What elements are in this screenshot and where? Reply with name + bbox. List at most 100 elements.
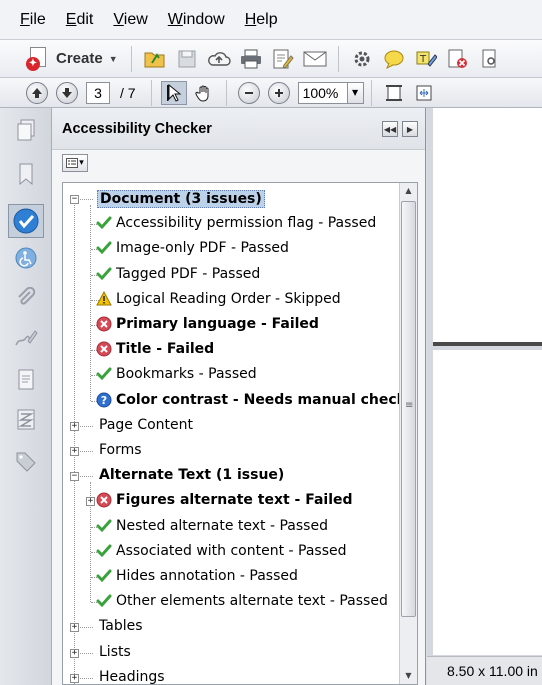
expand-panel-button[interactable]: ▶ xyxy=(402,121,418,137)
tree-category-row[interactable]: + Tables xyxy=(63,615,399,640)
tree-category-row[interactable]: − Document (3 issues) xyxy=(63,187,399,212)
tags-icon[interactable] xyxy=(14,450,38,474)
open-folder-icon[interactable] xyxy=(142,46,168,72)
page-thumbnails-icon[interactable] xyxy=(14,118,38,142)
accessibility-results-tree[interactable]: − Document (3 issues) Accessibility permis… xyxy=(62,182,418,685)
menu-window-rest: indow xyxy=(182,10,225,28)
save-icon[interactable] xyxy=(174,46,200,72)
menu-edit[interactable]: Edit xyxy=(64,9,96,31)
next-page-button[interactable] xyxy=(56,81,78,104)
menu-file[interactable]: File xyxy=(18,9,48,31)
tree-category-row[interactable]: + Forms xyxy=(63,439,399,464)
zoom-in-button[interactable] xyxy=(267,81,290,104)
check-mark-icon xyxy=(96,518,112,534)
menu-edit-rest: dit xyxy=(76,10,94,28)
expand-icon[interactable]: + xyxy=(70,623,79,633)
toolbar-separator xyxy=(150,79,152,106)
tree-check-row[interactable]: Primary language - Failed xyxy=(63,313,399,338)
expand-icon[interactable]: + xyxy=(70,648,79,658)
search-document-icon[interactable] xyxy=(477,46,503,72)
page-size-label: 8.50 x 11.00 in xyxy=(427,656,542,685)
create-pdf-icon: ✦ xyxy=(26,46,50,71)
check-mark-icon xyxy=(96,215,112,231)
tree-row-label: Tables xyxy=(99,618,143,635)
list-options-icon xyxy=(66,158,79,168)
hand-tool-button[interactable] xyxy=(191,81,217,105)
scrollbar-thumb[interactable]: ≡ xyxy=(401,201,416,617)
comment-icon[interactable] xyxy=(381,46,407,72)
check-mark-icon xyxy=(96,366,112,382)
collapse-panel-button[interactable]: ◀◀ xyxy=(382,121,398,137)
zoom-level-input[interactable]: 100% xyxy=(297,81,348,104)
attachments-icon[interactable] xyxy=(14,286,38,310)
menu-help[interactable]: Help xyxy=(243,9,280,31)
tree-check-row[interactable]: + Figures alternate text - Failed xyxy=(63,489,399,514)
tree-category-row[interactable]: − Alternate Text (1 issue) xyxy=(63,464,399,489)
bookmarks-icon[interactable] xyxy=(14,162,38,186)
double-chevron-left-icon: ◀◀ xyxy=(383,124,397,134)
tree-row-label: Headings xyxy=(99,668,165,685)
zoom-dropdown-button[interactable]: ▼ xyxy=(347,81,364,104)
expand-icon[interactable]: + xyxy=(70,421,79,431)
tree-check-row[interactable]: Nested alternate text - Passed xyxy=(63,515,399,540)
menu-view[interactable]: View xyxy=(111,9,149,31)
expand-icon[interactable]: + xyxy=(70,447,79,456)
collapse-icon[interactable]: − xyxy=(70,472,79,482)
tree-row-label: Logical Reading Order - Skipped xyxy=(116,290,341,307)
order-icon[interactable] xyxy=(14,408,38,432)
check-mark-icon xyxy=(96,568,112,584)
create-button[interactable]: ✦ Create ▼ xyxy=(22,44,124,74)
accessibility-checker-icon[interactable] xyxy=(8,204,44,238)
tree-row-label: Forms xyxy=(99,442,142,458)
gear-icon[interactable] xyxy=(349,46,375,72)
content-icon[interactable] xyxy=(14,368,38,392)
tree-category-row[interactable]: + Headings xyxy=(63,666,399,685)
collapse-icon[interactable]: − xyxy=(70,195,79,204)
document-view[interactable]: 8.50 x 11.00 in xyxy=(427,108,542,685)
expand-icon[interactable]: + xyxy=(70,673,79,683)
tree-check-row[interactable]: ? Color contrast - Needs manual check xyxy=(63,389,406,414)
tree-check-row[interactable]: Hides annotation - Passed xyxy=(63,565,399,590)
signatures-icon[interactable] xyxy=(14,326,38,350)
vertical-scrollbar[interactable]: ▲ ≡ ▼ xyxy=(399,183,417,684)
edit-document-icon[interactable] xyxy=(270,46,296,72)
tree-check-row[interactable]: Logical Reading Order - Skipped xyxy=(63,288,399,313)
tree-check-row[interactable]: Associated with content - Passed xyxy=(63,540,399,565)
scroll-down-arrow[interactable]: ▼ xyxy=(400,668,417,684)
tree-category-row[interactable]: + Lists xyxy=(63,641,399,666)
tree-category-row[interactable]: + Page Content xyxy=(63,414,399,439)
arrow-up-icon xyxy=(32,87,42,98)
tree-check-row[interactable]: Other elements alternate text - Passed xyxy=(63,590,399,615)
page-number-input[interactable]: 3 xyxy=(86,81,110,104)
svg-text:?: ? xyxy=(101,394,107,407)
zoom-out-button[interactable] xyxy=(237,81,260,104)
menu-window[interactable]: Window xyxy=(166,9,227,31)
select-tool-button[interactable] xyxy=(160,80,187,105)
tree-check-row[interactable]: Bookmarks - Passed xyxy=(63,363,399,388)
highlight-text-icon[interactable]: T xyxy=(413,46,439,72)
accessibility-person-icon[interactable] xyxy=(14,246,38,270)
tree-row-label: Bookmarks - Passed xyxy=(116,366,257,383)
tree-row-label: Lists xyxy=(99,643,131,660)
delete-document-icon[interactable] xyxy=(445,46,471,72)
tree-check-row[interactable]: Accessibility permission flag - Passed xyxy=(63,212,399,237)
tree-check-row[interactable]: Image-only PDF - Passed xyxy=(63,237,399,262)
tree-row-label: Title - Failed xyxy=(116,341,215,358)
options-menu-button[interactable]: ▾ xyxy=(62,154,88,172)
email-icon[interactable] xyxy=(302,46,328,72)
cloud-upload-icon[interactable] xyxy=(206,46,232,72)
scroll-up-arrow[interactable]: ▲ xyxy=(400,183,417,199)
previous-page-button[interactable] xyxy=(26,81,48,104)
fit-page-button[interactable] xyxy=(381,81,407,105)
print-icon[interactable] xyxy=(238,46,264,72)
error-x-icon xyxy=(96,316,112,332)
expand-icon[interactable]: + xyxy=(86,497,95,507)
tree-row-label: Accessibility permission flag - Passed xyxy=(116,215,377,232)
menu-help-key: H xyxy=(244,10,257,28)
hand-icon xyxy=(195,85,209,102)
tree-check-row[interactable]: Tagged PDF - Passed xyxy=(63,263,399,288)
tree-check-row[interactable]: Title - Failed xyxy=(63,338,399,363)
check-mark-icon xyxy=(96,266,112,282)
full-screen-button[interactable] xyxy=(411,81,437,105)
menu-window-key: W xyxy=(167,10,183,28)
